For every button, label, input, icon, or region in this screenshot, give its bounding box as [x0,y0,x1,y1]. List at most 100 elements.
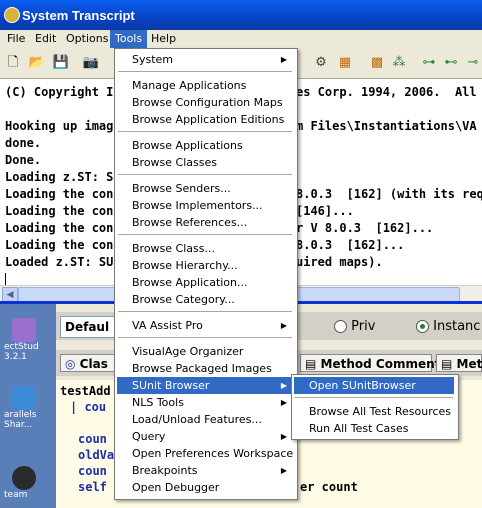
desktop-icon-project-studio[interactable]: ectStud 3.2.1 [4,318,44,362]
menu-item-browse-application-editions[interactable]: Browse Application Editions [117,111,293,128]
menu-separator [118,131,292,132]
menu-edit[interactable]: Edit [30,30,61,48]
new-file-icon[interactable]: 🗋 [4,54,22,72]
transcript-line-tail: m Files\Instantiations\VA Sma [296,119,477,133]
transcript-line-tail: [146]... [296,204,354,218]
menu-item-label: System [132,53,174,66]
menu-item-browse-hierarchy[interactable]: Browse Hierarchy... [117,257,293,274]
tools-menu: System ▶ Manage Applications Browse Confi… [114,48,298,500]
radio-instance-label: Instanc [433,319,481,334]
grid-icon[interactable]: ▦ [336,54,354,72]
transcript-line: Loading the cont [5,204,121,218]
stacked-boxes-icon[interactable]: ▩ [368,54,386,72]
desktop-icon-parallels-shared[interactable]: arallels Shar... [4,386,44,430]
desktop-icon-label: Shar... [4,420,33,430]
cluster-icon[interactable]: ⁂ [390,54,408,72]
tab-class[interactable]: ◎ Clas [60,354,120,372]
transcript-line: Hooking up imag [5,119,114,133]
menu-help[interactable]: Help [146,30,181,48]
menu-file[interactable]: File [2,30,30,48]
menu-item-va-assist-pro[interactable]: VA Assist Pro ▶ [117,317,293,334]
method-comment-icon: ▤ [305,357,317,371]
tab-method[interactable]: ▤ Met [436,354,482,372]
code-line: | cou [70,400,107,414]
tab-method-comment[interactable]: ▤ Method Comment [300,354,440,372]
menu-separator [118,71,292,72]
tab-method-label: Met [456,357,482,371]
menu-item-open-preferences-workspace[interactable]: Open Preferences Workspace [117,445,293,462]
menu-item-browse-configuration-maps[interactable]: Browse Configuration Maps [117,94,293,111]
menu-bar: File Edit Options Tools Help [0,30,482,48]
menu-item-label: VA Assist Pro [132,319,203,332]
transcript-line: (C) Copyright Int [5,85,128,99]
menu-options[interactable]: Options [61,30,113,48]
menu-separator [118,174,292,175]
app-icon [4,7,20,23]
menu-item-load-unload-features[interactable]: Load/Unload Features... [117,411,293,428]
steam-icon [12,466,36,490]
transcript-line: Loading the cont [5,221,121,235]
submenu-arrow-icon: ▶ [280,432,287,441]
menu-item-visualage-organizer[interactable]: VisualAge Organizer [117,343,293,360]
submenu-arrow-icon: ▶ [280,398,287,407]
menu-item-manage-applications[interactable]: Manage Applications [117,77,293,94]
submenu-arrow-icon: ▶ [280,466,287,475]
window-title: System Transcript [22,8,135,23]
menu-item-label: SUnit Browser [132,379,210,392]
menu-item-breakpoints[interactable]: Breakpoints ▶ [117,462,293,479]
menu-item-sunit-browser[interactable]: SUnit Browser ▶ [117,377,293,394]
menu-item-browse-applications[interactable]: Browse Applications [117,137,293,154]
menu-item-browse-implementors[interactable]: Browse Implementors... [117,197,293,214]
tab-class-label: Clas [79,357,108,371]
menu-item-system[interactable]: System ▶ [117,51,293,68]
desktop-icon-label: 3.2.1 [4,352,27,362]
title-bar[interactable]: System Transcript [0,0,482,30]
menu-item-browse-references[interactable]: Browse References... [117,214,293,231]
transcript-line: done. [5,136,42,150]
submenu-arrow-icon: ▶ [280,381,287,390]
menu-item-browse-packaged-images[interactable]: Browse Packaged Images [117,360,293,377]
submenu-arrow-icon: ▶ [280,321,287,330]
menu-item-browse-class[interactable]: Browse Class... [117,240,293,257]
radio-instance[interactable]: Instanc [416,319,480,334]
tree-left-icon[interactable]: ⊶ [420,54,438,72]
transcript-line: Loading the cont [5,238,121,252]
transcript-line-tail: es Corp. 1994, 2006. All right [296,85,477,99]
menu-item-open-debugger[interactable]: Open Debugger [117,479,293,496]
tree-right-icon[interactable]: ⊷ [442,54,460,72]
tab-method-comment-label: Method Comment [320,357,441,371]
transcript-line: Loaded z.ST: SU [5,255,114,269]
menu-item-query[interactable]: Query ▶ [117,428,293,445]
method-tab-icon: ▤ [441,357,453,371]
menu-item-browse-category[interactable]: Browse Category... [117,291,293,308]
menu-item-browse-all-test-resources[interactable]: Browse All Test Resources [294,403,454,420]
menu-item-label: NLS Tools [132,396,184,409]
code-line-tail: er count [300,480,358,494]
project-studio-icon [12,318,36,342]
radio-private[interactable]: Priv [334,319,375,334]
save-icon[interactable]: 💾 [52,54,70,72]
open-folder-icon[interactable]: 📂 [28,54,46,72]
menu-item-browse-classes[interactable]: Browse Classes [117,154,293,171]
menu-item-nls-tools[interactable]: NLS Tools ▶ [117,394,293,411]
camera-icon[interactable]: 📷 [82,54,100,72]
menu-item-run-all-test-cases[interactable]: Run All Test Cases [294,420,454,437]
code-line: coun [78,432,107,446]
submenu-arrow-icon: ▶ [280,55,287,64]
code-line: oldVa [78,448,115,462]
menu-tools[interactable]: Tools [110,30,148,48]
menu-item-browse-senders[interactable]: Browse Senders... [117,180,293,197]
desktop-icon-label: ectStud [4,342,39,352]
menu-item-label: Breakpoints [132,464,198,477]
tree-down-icon[interactable]: ⊸ [464,54,482,72]
settings-wheel-icon[interactable]: ⚙ [312,54,330,72]
text-cursor [5,273,6,285]
transcript-line: Loading the cont [5,187,121,201]
menu-item-open-sunitbrowser[interactable]: Open SUnitBrowser [294,377,454,394]
menu-separator [118,337,292,338]
menu-separator [118,311,292,312]
desktop-icon-steam[interactable]: team [4,466,44,500]
code-line: coun [78,464,107,478]
transcript-line-tail: uired maps). [296,255,383,269]
menu-item-browse-application[interactable]: Browse Application... [117,274,293,291]
